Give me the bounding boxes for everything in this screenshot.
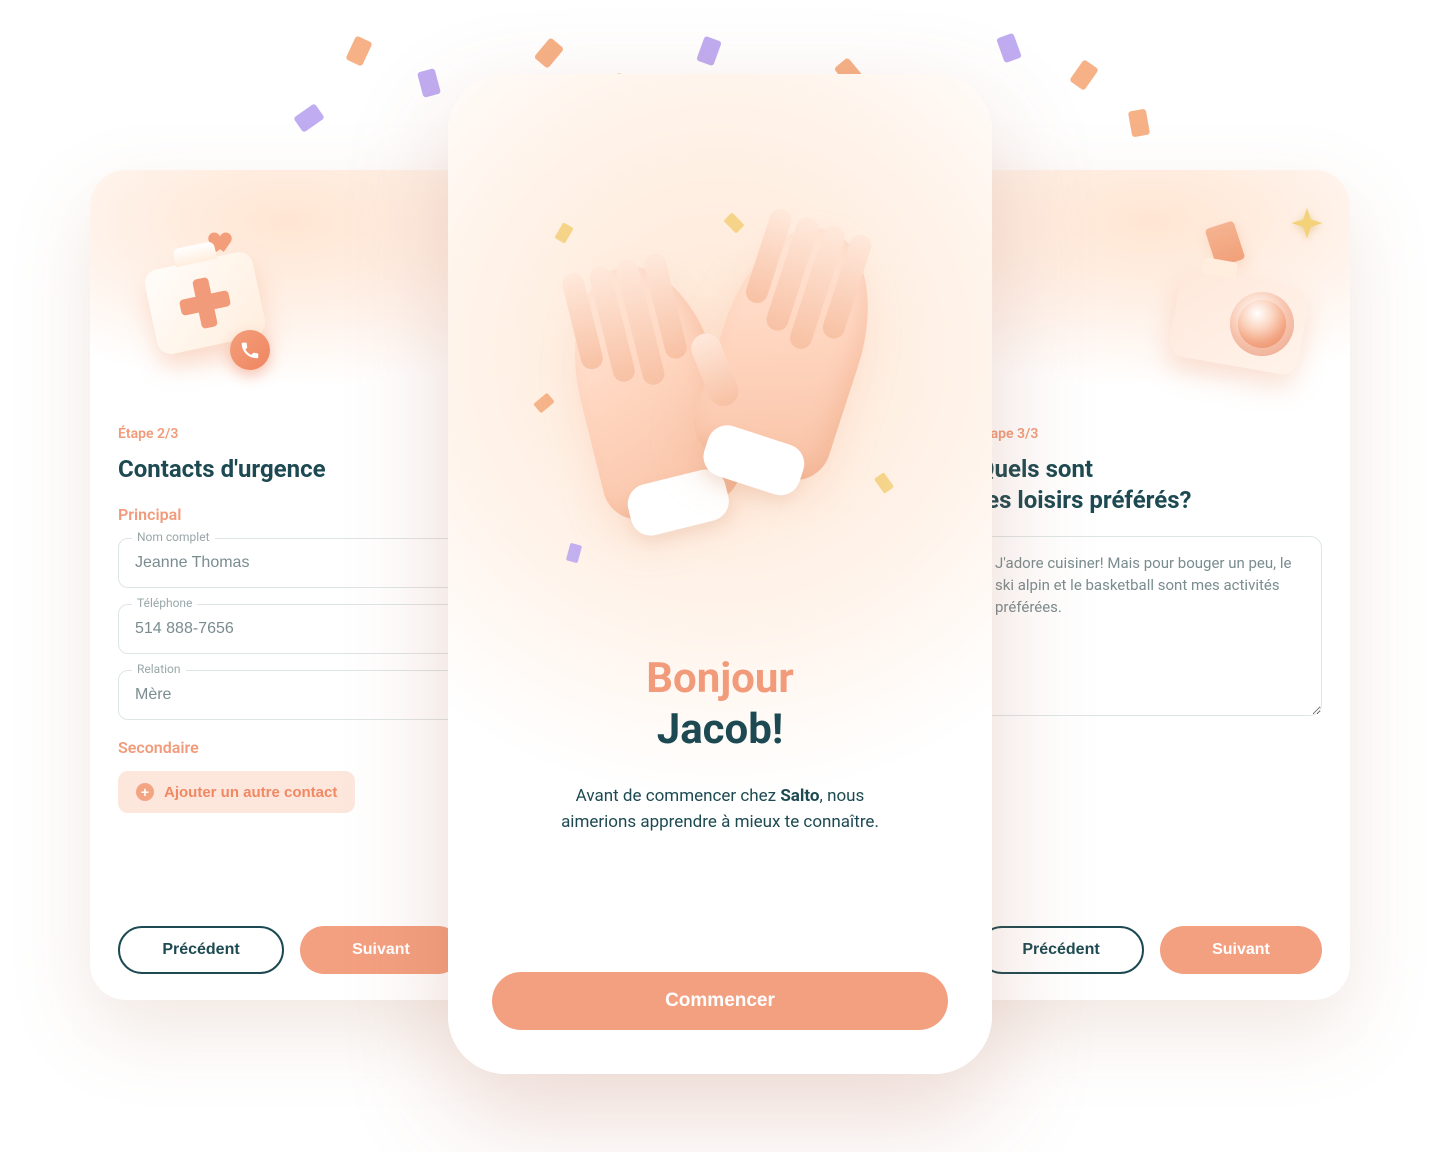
relation-label: Relation (132, 662, 186, 676)
phone-label: Téléphone (132, 596, 197, 610)
greeting-name: Jacob! (448, 705, 992, 754)
confetti-icon (345, 35, 372, 66)
confetti-icon (293, 103, 325, 133)
start-button[interactable]: Commencer (492, 972, 948, 1030)
intro-text: Avant de commencer chez Salto, nous aime… (540, 784, 900, 835)
card-welcome: Bonjour Jacob! Avant de commencer chez S… (448, 74, 992, 1074)
phone-icon (230, 330, 270, 370)
highfive-hands-icon (540, 204, 900, 584)
camera-icon (1167, 267, 1310, 376)
prev-button[interactable]: Précédent (118, 926, 284, 974)
sparkle-icon (1284, 204, 1330, 250)
name-label: Nom complet (132, 530, 215, 544)
confetti-icon (1128, 109, 1150, 138)
add-contact-button[interactable]: + Ajouter un autre contact (118, 771, 355, 813)
next-button[interactable]: Suivant (1160, 926, 1322, 974)
greeting-text: Bonjour (448, 654, 992, 703)
plus-icon: + (136, 783, 154, 801)
confetti-icon (1069, 59, 1099, 91)
add-contact-label: Ajouter un autre contact (164, 784, 337, 801)
